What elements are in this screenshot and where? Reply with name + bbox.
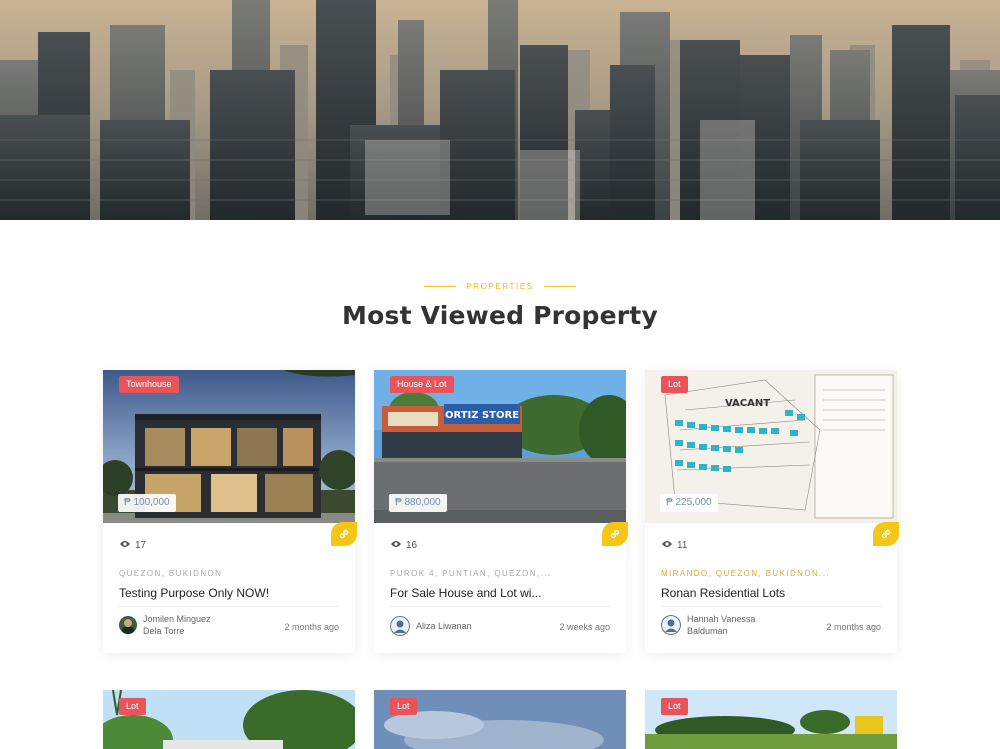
section-eyebrow: PROPERTIES: [466, 282, 534, 291]
property-card[interactable]: Lot: [103, 690, 355, 749]
author[interactable]: Aliza Liwanan: [390, 616, 496, 636]
eye-icon: [661, 540, 673, 551]
category-tag: Lot: [661, 376, 688, 393]
category-tag: Lot: [119, 698, 146, 715]
property-card[interactable]: Lot: [374, 690, 626, 749]
property-card[interactable]: Townhouse ₱ 100,000 17 QUEZON, BUKIDNON …: [103, 370, 357, 653]
card-divider: [390, 606, 610, 607]
author-name: Jomilen Minguez Dela Torre: [143, 614, 211, 636]
price-badge: ₱ 100,000: [118, 494, 176, 512]
avatar: [119, 616, 137, 634]
hero-banner: [0, 0, 1000, 220]
card-divider: [661, 606, 881, 607]
author-name: Aliza Liwanan: [416, 621, 472, 631]
property-card[interactable]: Lot: [645, 690, 897, 749]
author-name: Hannah Vanessa Balduman: [687, 614, 756, 636]
posted-time: 2 months ago: [826, 622, 881, 632]
property-location: QUEZON, BUKIDNON: [119, 569, 223, 578]
city-skyline-image: [0, 0, 1000, 220]
price-badge: ₱ 225,000: [660, 494, 718, 512]
author[interactable]: Hannah Vanessa Balduman: [661, 613, 767, 637]
view-count: 17: [119, 540, 146, 551]
posted-time: 2 weeks ago: [559, 622, 610, 632]
property-title[interactable]: For Sale House and Lot wi...: [390, 586, 612, 600]
eyebrow-row: PROPERTIES: [0, 282, 1000, 291]
property-location: MIRANDO, QUEZON, BUKIDNON...: [661, 569, 830, 578]
view-count-value: 16: [406, 540, 418, 551]
eyebrow-line-right: [543, 286, 576, 287]
card-divider: [119, 606, 339, 607]
eye-icon: [390, 540, 402, 551]
category-tag: Townhouse: [119, 376, 179, 393]
view-count-value: 17: [135, 540, 147, 551]
link-icon[interactable]: [602, 522, 628, 546]
property-title[interactable]: Ronan Residential Lots: [661, 586, 883, 600]
user-avatar-icon: [390, 616, 410, 636]
view-count-value: 11: [677, 540, 688, 551]
posted-time: 2 months ago: [284, 622, 339, 632]
property-card[interactable]: VACANT Lot ₱ 225,000 11 MIRANDO, QUEZON,…: [645, 370, 899, 653]
map-label: VACANT: [725, 398, 770, 409]
category-tag: House & Lot: [390, 376, 454, 393]
section-title: Most Viewed Property: [342, 301, 658, 330]
eyebrow-line-left: [424, 286, 457, 287]
store-sign: ORTIZ STORE: [445, 410, 519, 421]
link-icon[interactable]: [331, 522, 357, 546]
property-location: PUROK 4, PUNTIAN, QUEZON,...: [390, 569, 552, 578]
category-tag: Lot: [661, 698, 688, 715]
view-count: 11: [661, 540, 687, 551]
author[interactable]: Jomilen Minguez Dela Torre: [119, 613, 223, 637]
view-count: 16: [390, 540, 417, 551]
section-header: PROPERTIES Most Viewed Property: [0, 282, 1000, 330]
property-card[interactable]: ORTIZ STORE House & Lot ₱ 880,000 16 PUR…: [374, 370, 628, 653]
user-avatar-icon: [661, 615, 681, 635]
link-icon[interactable]: [873, 522, 899, 546]
eye-icon: [119, 540, 131, 551]
price-badge: ₱ 880,000: [389, 494, 447, 512]
category-tag: Lot: [390, 698, 417, 715]
property-title[interactable]: Testing Purpose Only NOW!: [119, 586, 341, 600]
